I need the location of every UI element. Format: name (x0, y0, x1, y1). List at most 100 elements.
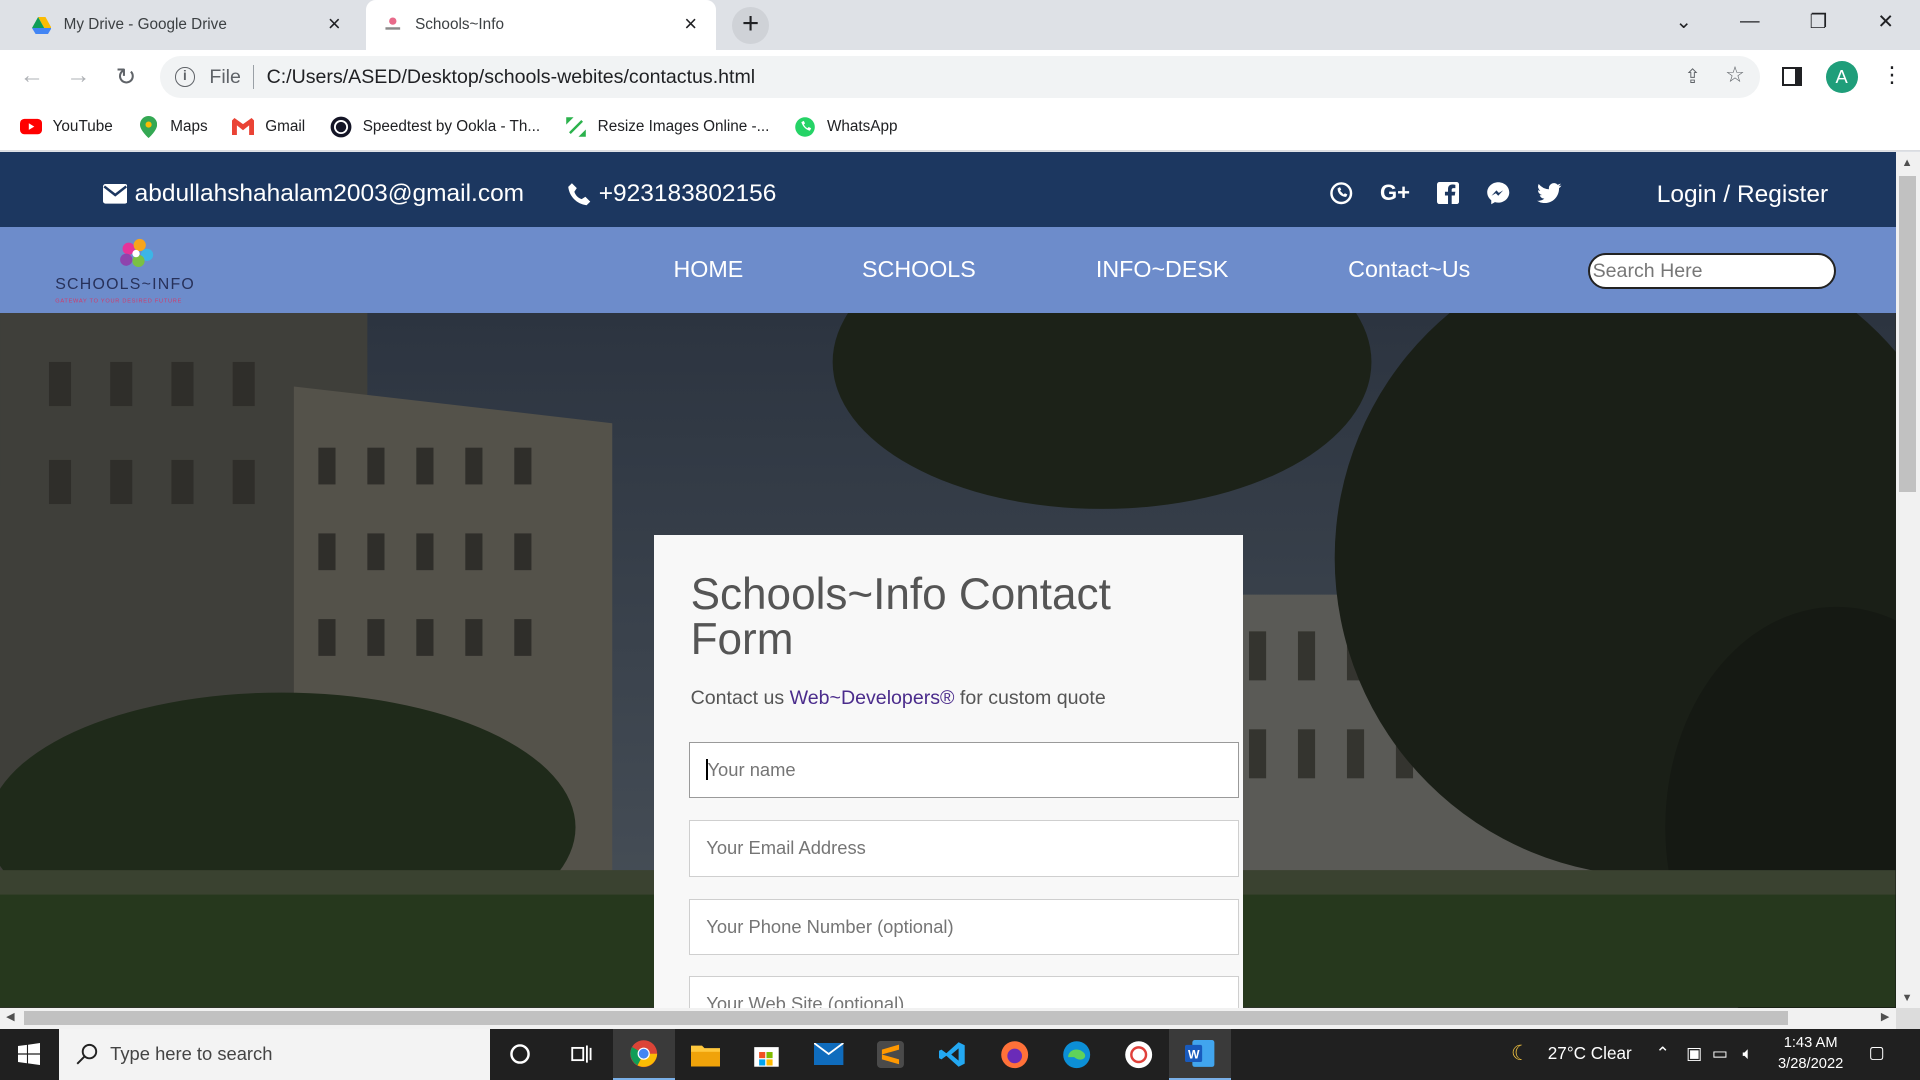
vscode-icon[interactable] (922, 1029, 983, 1080)
chevron-up-icon[interactable]: ⌃ (1656, 1043, 1670, 1064)
tab-google-drive[interactable]: My Drive - Google Drive × (17, 0, 360, 50)
network-icon[interactable]: ▭ (1712, 1043, 1728, 1064)
placeholder: Your Phone Number (optional) (706, 915, 954, 937)
taskbar-search-placeholder: Type here to search (110, 1043, 273, 1065)
word-icon[interactable]: W (1169, 1028, 1231, 1080)
taskbar-search[interactable]: Type here to search (58, 1028, 490, 1080)
gmail-icon (232, 116, 255, 138)
tab-schools-info[interactable]: Schools~Info × (366, 0, 717, 51)
start-button[interactable] (0, 1029, 59, 1080)
schools-info-favicon (383, 15, 403, 35)
tab-strip: My Drive - Google Drive × Schools~Info ×… (0, 0, 1920, 51)
scroll-down-icon[interactable]: ▼ (1902, 992, 1913, 1004)
form-subtitle: Contact us Web~Developers® for custom qu… (691, 687, 1106, 710)
social-links: G+ (1329, 180, 1589, 206)
nav-home[interactable]: HOME (673, 256, 743, 283)
file-explorer-icon[interactable] (675, 1029, 736, 1080)
bookmark-label: Resize Images Online -... (597, 117, 770, 135)
firefox-icon[interactable] (984, 1029, 1045, 1080)
close-tab-icon[interactable]: × (323, 13, 345, 35)
viber-icon[interactable] (1329, 181, 1353, 205)
horizontal-scroll-thumb[interactable] (24, 1011, 1788, 1025)
url-text[interactable]: C:/Users/ASED/Desktop/schools-webites/co… (267, 66, 756, 89)
email-field[interactable]: Your Email Address (689, 820, 1240, 877)
site-navbar: SCHOOLS~INFO GATEWAY TO YOUR DESIRED FUT… (0, 226, 1896, 314)
bookmark-resize-images[interactable]: Resize Images Online -... (565, 116, 770, 138)
site-info-icon[interactable]: i (175, 67, 195, 87)
bookmark-whatsapp[interactable]: WhatsApp (794, 116, 898, 138)
vertical-scrollbar[interactable]: ▲ ▼ (1895, 151, 1920, 1008)
scroll-right-icon[interactable]: ▶ (1881, 1010, 1889, 1023)
address-separator (253, 64, 255, 90)
weather-text[interactable]: 27°C Clear (1548, 1043, 1632, 1064)
forward-icon[interactable]: → (64, 62, 93, 90)
moon-weather-icon[interactable]: ☾ (1511, 1041, 1530, 1066)
tab-search-icon[interactable]: ⌄ (1671, 10, 1695, 34)
web-developers-link[interactable]: Web~Developers® (790, 687, 955, 709)
restore-icon[interactable]: ❐ (1806, 10, 1830, 34)
horizontal-scrollbar[interactable]: ◀ ▶ (0, 1007, 1896, 1029)
side-panel-icon[interactable] (1781, 67, 1803, 86)
notification-icon[interactable]: ▢ (1869, 1042, 1885, 1063)
new-tab-button[interactable]: + (732, 7, 769, 45)
chrome-taskbar-icon[interactable] (613, 1028, 675, 1080)
device-icon[interactable]: ▣ (1686, 1043, 1702, 1064)
scroll-left-icon[interactable]: ◀ (6, 1010, 14, 1023)
nav-info-desk[interactable]: INFO~DESK (1096, 256, 1228, 283)
website-field[interactable]: Your Web Site (optional) (689, 975, 1240, 1008)
scrollbar-corner (1895, 1007, 1920, 1029)
taskbar-clock[interactable]: 1:43 AM 3/28/2022 (1778, 1033, 1843, 1075)
bookmark-maps[interactable]: Maps (137, 115, 208, 138)
facebook-icon[interactable] (1436, 181, 1459, 204)
twitter-icon[interactable] (1537, 182, 1562, 204)
placeholder: Your name (707, 759, 796, 781)
app-circle-icon[interactable] (1108, 1029, 1169, 1080)
phone-text: +923183802156 (598, 179, 777, 207)
whatsapp-icon (794, 116, 816, 138)
minimize-icon[interactable]: — (1738, 10, 1762, 33)
site-search-input[interactable]: Search Here (1588, 253, 1836, 289)
contact-phone[interactable]: +923183802156 (567, 180, 776, 208)
login-register-link[interactable]: Login / Register (1657, 181, 1828, 209)
clock-date: 3/28/2022 (1777, 1056, 1844, 1073)
reload-icon[interactable]: ↻ (111, 62, 140, 92)
bookmark-label: WhatsApp (826, 117, 898, 135)
google-drive-icon (31, 15, 52, 35)
bookmark-gmail[interactable]: Gmail (232, 116, 305, 138)
browser-toolbar: ← → ↻ i File C:/Users/ASED/Desktop/schoo… (0, 50, 1920, 105)
youtube-icon (19, 116, 42, 138)
bookmark-star-icon[interactable]: ☆ (1725, 62, 1745, 88)
more-menu-icon[interactable]: ⋮ (1881, 62, 1903, 89)
site-logo[interactable]: SCHOOLS~INFO GATEWAY TO YOUR DESIRED FUT… (54, 234, 225, 307)
close-window-icon[interactable]: ✕ (1873, 10, 1897, 34)
nav-schools[interactable]: SCHOOLS (862, 256, 976, 283)
close-tab-icon[interactable]: × (680, 13, 702, 35)
bookmark-speedtest[interactable]: Speedtest by Ookla - Th... (330, 116, 540, 138)
resize-images-icon (565, 116, 587, 138)
sublime-text-icon[interactable] (860, 1029, 921, 1080)
tab-title: My Drive - Google Drive (63, 16, 227, 34)
store-icon[interactable] (736, 1029, 797, 1080)
messenger-icon[interactable] (1486, 181, 1510, 205)
placeholder: Your Web Site (optional) (706, 992, 905, 1008)
contact-email[interactable]: abdullahshahalam2003@gmail.com (102, 180, 524, 208)
edge-icon[interactable] (1046, 1029, 1107, 1080)
phone-icon (568, 182, 591, 205)
nav-contact-us[interactable]: Contact~Us (1348, 256, 1470, 283)
address-bar[interactable]: i File C:/Users/ASED/Desktop/schools-web… (160, 56, 1760, 98)
scroll-up-icon[interactable]: ▲ (1902, 157, 1913, 169)
bookmark-label: YouTube (52, 117, 113, 135)
phone-field[interactable]: Your Phone Number (optional) (689, 898, 1240, 956)
bookmark-youtube[interactable]: YouTube (19, 116, 113, 138)
volume-icon[interactable]: 🔈︎ (1742, 1043, 1752, 1064)
share-icon[interactable]: ⇪ (1684, 65, 1700, 89)
name-field[interactable]: Your name (689, 742, 1240, 799)
google-plus-icon[interactable]: G+ (1380, 180, 1410, 206)
mail-icon[interactable] (798, 1029, 859, 1080)
tab-title: Schools~Info (415, 16, 504, 34)
vertical-scroll-thumb[interactable] (1899, 176, 1917, 493)
profile-avatar[interactable]: A (1825, 61, 1858, 94)
task-view-icon[interactable] (551, 1029, 612, 1080)
back-icon[interactable]: ← (17, 62, 46, 90)
cortana-icon[interactable] (490, 1029, 551, 1080)
